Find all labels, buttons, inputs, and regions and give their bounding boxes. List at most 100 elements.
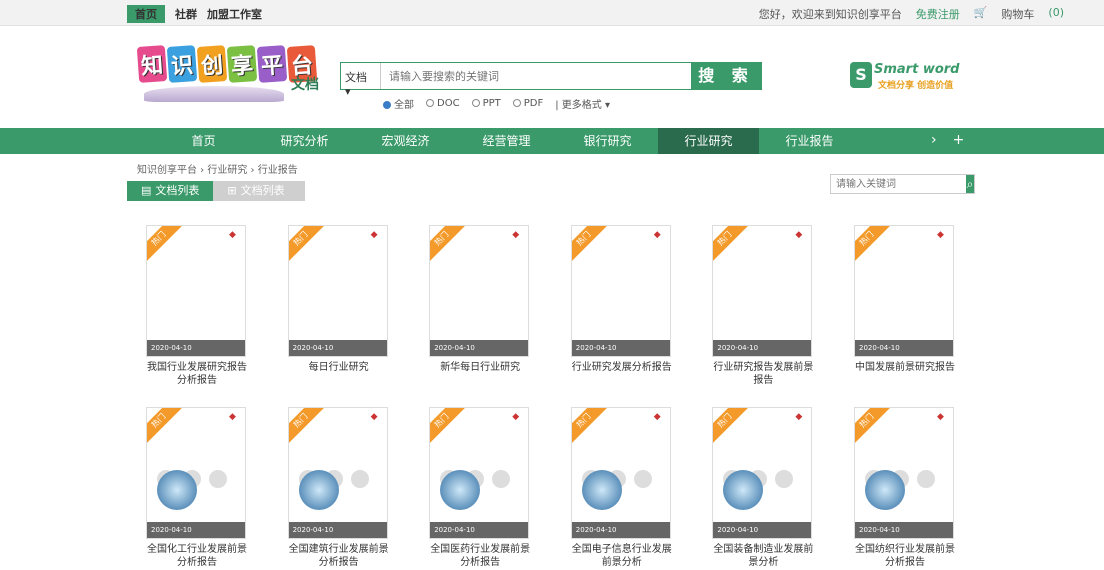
hot-ribbon: 热门 [855,226,892,264]
cover-thumb [773,468,796,490]
nav-add-icon[interactable]: + [953,132,965,148]
document-card[interactable]: 热门 ◆ 2020-04-10 全国医药行业发展前景分析报告 [429,407,531,569]
document-title[interactable]: 我国行业发展研究报告分析报告 [146,361,248,387]
seal-icon: ◆ [795,230,803,240]
radio-label: 全部 [394,100,414,111]
document-cover[interactable]: 热门 ◆ 2020-04-10 [570,225,671,357]
tab-document-list-alt[interactable]: ⊞ 文档列表(N) [213,181,306,217]
nav-item[interactable]: 行业研究 [658,128,759,154]
register-link[interactable]: 免费注册 [916,6,960,22]
nav-item[interactable]: 行业报告 [759,128,860,154]
seal-icon: ◆ [937,230,944,240]
logo-char: 享 [226,45,258,83]
document-title[interactable]: 每日行业研究 [288,361,390,374]
cart-link[interactable]: 购物车 [1001,6,1034,22]
hot-ribbon: 热门 [288,408,326,446]
document-date: 2020-04-10 [288,522,387,538]
document-cover[interactable]: 热门 ◆ 2020-04-10 [854,407,954,539]
nav-next-icon[interactable]: › [931,132,937,148]
main-nav: 首页 研究分析 宏观经济 经营管理 银行研究 行业研究 行业报告 › + [0,128,1104,154]
document-title[interactable]: 全国纺织行业发展前景分析报告 [854,543,956,569]
globe-icon [581,470,622,510]
document-cover[interactable]: 热门 ◆ 2020-04-10 [712,407,813,539]
format-radio-pdf[interactable]: PDF [512,98,543,109]
radio-dot-icon [471,99,480,107]
document-title[interactable]: 全国电子信息行业发展前景分析 [571,543,673,569]
logo-char: 识 [166,45,198,83]
document-date: 2020-04-10 [288,340,387,356]
side-search-input[interactable] [831,175,966,193]
document-title[interactable]: 全国装备制造业发展前景分析 [712,543,814,569]
document-date: 2020-04-10 [713,522,812,538]
globe-icon [157,470,197,510]
smartword-logo-icon: S [850,62,872,88]
tab-document-list[interactable]: ▤ 文档列表 [127,181,214,201]
document-card[interactable]: 热门 ◆ 2020-04-10 行业研究发展分析报告 [570,225,673,374]
seal-icon: ◆ [229,230,236,240]
document-date: 2020-04-10 [147,340,245,356]
community-link[interactable]: 社群 [175,6,197,22]
document-cover[interactable]: 热门 ◆ 2020-04-10 [287,407,388,539]
home-link[interactable]: 首页 [127,5,165,23]
hot-ribbon: 热门 [713,226,751,264]
document-card[interactable]: 热门 ◆ 2020-04-10 全国纺织行业发展前景分析报告 [854,407,956,569]
site-logo[interactable]: 知识创享平台 文档 [136,42,320,104]
document-cover[interactable]: 热门 ◆ 2020-04-10 [712,225,813,357]
document-cover[interactable]: 热门 ◆ 2020-04-10 [429,407,530,539]
globe-icon [865,470,905,510]
seal-icon: ◆ [795,412,803,422]
document-title[interactable]: 新华每日行业研究 [429,361,531,374]
search-icon[interactable]: ⌕ [966,175,974,193]
brand-tagline: 文档分享 创造价值 [878,81,954,91]
search-scope-select[interactable]: 文档 ▾ [341,63,381,98]
cart-icon[interactable]: 🛒 [974,6,988,22]
document-cover[interactable]: 热门 ◆ 2020-04-10 [854,225,954,357]
document-date: 2020-04-10 [430,522,529,538]
document-title[interactable]: 全国建筑行业发展前景分析报告 [288,543,390,569]
document-title[interactable]: 行业研究报告发展前景报告 [712,361,814,387]
document-cover[interactable]: 热门 ◆ 2020-04-10 [287,225,388,357]
search-button[interactable]: 搜 索 [691,63,761,89]
list-icon: ▤ [141,184,152,197]
filter-more[interactable]: | 更多格式 ▾ [555,96,610,111]
document-date: 2020-04-10 [571,340,670,356]
nav-item[interactable]: 经营管理 [456,128,557,154]
document-cover[interactable]: 热门 ◆ 2020-04-10 [429,225,530,357]
document-card[interactable]: 热门 ◆ 2020-04-10 全国电子信息行业发展前景分析 [570,407,673,569]
document-card[interactable]: 热门 ◆ 2020-04-10 全国建筑行业发展前景分析报告 [287,407,390,569]
document-cover[interactable]: 热门 ◆ 2020-04-10 [146,407,246,539]
format-radio-doc[interactable]: DOC [426,98,460,109]
document-cover[interactable]: 热门 ◆ 2020-04-10 [570,407,671,539]
document-card[interactable]: 热门 ◆ 2020-04-10 中国发展前景研究报告 [854,225,956,374]
hot-ribbon: 热门 [147,226,184,264]
format-radio-ppt[interactable]: PPT [471,98,501,109]
top-bar: 首页 社群 加盟工作室 您好，欢迎来到知识创享平台 免费注册 🛒 购物车 (0) [0,0,1104,26]
document-title[interactable]: 全国化工行业发展前景分析报告 [146,543,248,569]
hot-ribbon: 热门 [713,408,751,446]
nav-item[interactable]: 研究分析 [254,128,355,154]
document-date: 2020-04-10 [713,340,812,356]
document-card[interactable]: 热门 ◆ 2020-04-10 行业研究报告发展前景报告 [712,225,814,387]
seal-icon: ◆ [370,412,378,422]
search-input[interactable] [381,63,691,89]
document-card[interactable]: 热门 ◆ 2020-04-10 我国行业发展研究报告分析报告 [146,225,248,387]
nav-item[interactable]: 首页 [153,128,254,154]
main-search: 文档 ▾ 搜 索 [340,62,762,98]
search-scope-label: 文档 [345,71,367,84]
logo-char: 平 [256,45,288,83]
document-card[interactable]: 热门 ◆ 2020-04-10 全国装备制造业发展前景分析 [712,407,814,569]
document-title[interactable]: 行业研究发展分析报告 [571,361,673,374]
grid-icon: ⊞ [227,184,237,197]
document-title[interactable]: 全国医药行业发展前景分析报告 [429,543,531,569]
radio-label: DOC [437,98,460,109]
nav-item[interactable]: 宏观经济 [355,128,456,154]
document-cover[interactable]: 热门 ◆ 2020-04-10 [146,225,246,357]
document-card[interactable]: 热门 ◆ 2020-04-10 每日行业研究 [287,225,390,374]
format-radio-全部[interactable]: 全部 [383,96,414,111]
document-title[interactable]: 中国发展前景研究报告 [854,361,956,374]
globe-icon [440,470,481,510]
document-card[interactable]: 热门 ◆ 2020-04-10 全国化工行业发展前景分析报告 [146,407,248,569]
nav-item[interactable]: 银行研究 [557,128,658,154]
studio-link[interactable]: 加盟工作室 [207,6,262,22]
document-card[interactable]: 热门 ◆ 2020-04-10 新华每日行业研究 [429,225,531,374]
